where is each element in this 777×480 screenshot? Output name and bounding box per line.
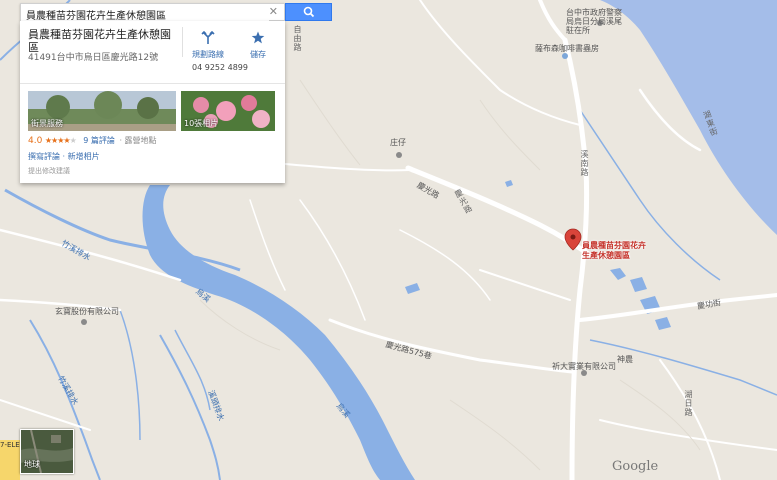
reviews-link[interactable]: 9 篇評論 xyxy=(83,136,115,145)
card-separator xyxy=(20,83,285,84)
star-icon xyxy=(251,31,265,44)
map-label-coffee-shop: 薩布森咖啡書蟲房 xyxy=(535,44,599,53)
save-button[interactable]: 儲存 xyxy=(238,29,278,60)
map-label-qida: 祈大實業有限公司 xyxy=(552,362,616,371)
street-view-photo[interactable]: 街景服務 xyxy=(28,91,176,131)
google-logo: Google xyxy=(612,459,659,474)
earth-label: 地球 xyxy=(24,460,40,469)
rating-row: 4.0 ★★★★★ 9 篇評論 · 露營地點 xyxy=(28,135,157,146)
search-icon xyxy=(303,6,315,18)
save-label: 儲存 xyxy=(250,50,266,59)
directions-button[interactable]: 規劃路線 xyxy=(188,29,228,60)
poi-zhuangzi-icon xyxy=(396,152,402,158)
rating-value: 4.0 xyxy=(28,136,43,146)
review-links: 撰寫評論 · 新增相片 xyxy=(28,151,100,162)
link-separator: · xyxy=(60,152,68,161)
card-divider xyxy=(182,27,183,57)
clear-search-icon[interactable]: ✕ xyxy=(269,5,278,18)
search-box: ✕ xyxy=(20,3,285,23)
place-phone: 04 9252 4899 xyxy=(192,63,248,72)
add-photo-link[interactable]: 新增相片 xyxy=(68,152,100,161)
place-address: 41491台中市烏日區慶光路12號 xyxy=(28,53,159,63)
photos-thumbnail[interactable]: 10張相片 xyxy=(181,91,275,131)
poi-xuanbao-icon xyxy=(81,319,87,325)
map-label-xitou-rd: 溪南路 xyxy=(580,150,589,177)
photos-count-caption: 10張相片 xyxy=(184,119,219,128)
earth-view-toggle[interactable]: 地球 xyxy=(20,429,74,474)
street-view-caption: 街景服務 xyxy=(31,119,63,128)
map-label-shennong: 神農 xyxy=(617,355,633,364)
directions-icon xyxy=(201,30,215,44)
map-label-gov-office: 台中市政府警察局烏日分局溪尾駐在所 xyxy=(566,8,622,35)
write-review-link[interactable]: 撰寫評論 xyxy=(28,152,60,161)
place-title: 員農種苗芬園花卉生產休憩園區 xyxy=(28,28,171,54)
place-info-card: 員農種苗芬園花卉生產休憩園區 41491台中市烏日區慶光路12號 規劃路線 儲存… xyxy=(20,21,285,183)
rating-stars: ★★★★★ xyxy=(44,136,77,145)
marker-place-label[interactable]: 員農種苗芬園花卉生產休憩園區 xyxy=(582,241,646,261)
map-label-xuanbao: 玄寶股份有限公司 xyxy=(55,307,119,316)
suggest-edit-link[interactable]: 提出修改建議 xyxy=(28,166,70,176)
directions-label: 規劃路線 xyxy=(192,50,224,59)
map-label-ziyuan-rd: 自由路 xyxy=(293,25,302,52)
map-label-hu-rd: 湖日路 xyxy=(684,390,693,417)
search-button[interactable] xyxy=(285,3,332,21)
map-label-zhuangzi: 庄仔 xyxy=(390,138,406,147)
place-type: · 露營地點 xyxy=(119,136,157,145)
